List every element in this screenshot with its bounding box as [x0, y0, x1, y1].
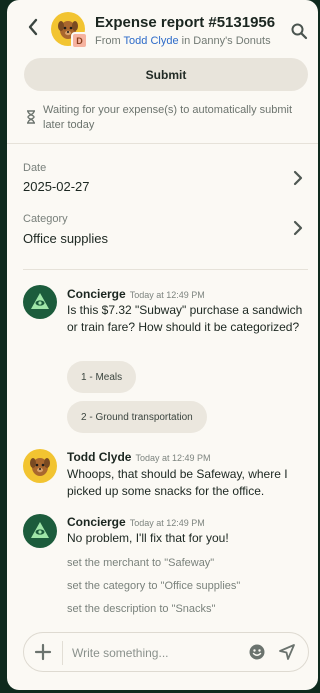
chevron-right-icon	[293, 170, 303, 186]
hourglass-icon	[27, 110, 35, 124]
composer-divider	[62, 641, 63, 665]
workspace-badge: D	[71, 32, 88, 49]
subtitle-prefix: From	[95, 35, 124, 47]
expense-report-panel: D Expense report #5131956 From Todd Clyd…	[7, 0, 318, 690]
message-author: Todd Clyde Today at 12:49 PM	[67, 450, 211, 464]
send-icon	[279, 644, 295, 660]
message-composer	[23, 632, 309, 672]
concierge-icon	[31, 522, 49, 538]
chevron-right-icon	[293, 220, 303, 236]
message-text: No problem, I'll fix that for you!	[67, 531, 229, 545]
report-title: Expense report #5131956	[95, 14, 276, 31]
concierge-icon	[31, 293, 49, 309]
message-text: Whoops, that should be Safeway, where I …	[67, 467, 288, 498]
message-text: Is this $7.32 "Subway" purchase a sandwi…	[67, 303, 303, 334]
chevron-left-icon	[28, 18, 38, 36]
subtitle-middle: in	[178, 35, 194, 47]
author-name: Concierge	[67, 287, 126, 301]
report-subtitle: From Todd Clyde in Danny's Donuts	[95, 35, 271, 47]
user-link[interactable]: Todd Clyde	[124, 35, 179, 47]
message-author: Concierge Today at 12:49 PM	[67, 287, 205, 301]
emoji-button[interactable]	[248, 643, 266, 661]
category-label: Category	[23, 213, 68, 225]
dog-avatar-icon	[30, 458, 50, 476]
author-name: Concierge	[67, 515, 126, 529]
user-avatar	[23, 449, 57, 483]
emoji-icon	[249, 644, 265, 660]
workspace-name: Danny's Donuts	[193, 35, 271, 47]
message-input[interactable]	[72, 644, 242, 662]
plus-icon	[34, 643, 52, 661]
auto-submit-status: Waiting for your expense(s) to automatic…	[43, 104, 293, 131]
divider	[7, 143, 318, 144]
message-time: Today at 12:49 PM	[129, 290, 205, 300]
concierge-avatar	[23, 285, 57, 319]
workspace-avatar[interactable]: D	[51, 12, 89, 50]
action-set-description: set the description to "Snacks"	[67, 603, 216, 615]
date-value: 2025-02-27	[23, 179, 90, 194]
report-header: D Expense report #5131956 From Todd Clyd…	[7, 0, 318, 54]
date-label: Date	[23, 162, 47, 174]
message-time: Today at 12:49 PM	[129, 518, 205, 528]
author-name: Todd Clyde	[67, 450, 132, 464]
search-icon	[291, 23, 308, 40]
send-button[interactable]	[278, 643, 296, 661]
add-attachment-button[interactable]	[34, 643, 52, 661]
search-button[interactable]	[290, 22, 308, 40]
divider	[23, 269, 308, 270]
action-set-merchant: set the merchant to "Safeway"	[67, 557, 215, 569]
concierge-avatar	[23, 514, 57, 548]
option-ground-transportation-button[interactable]: 2 - Ground transportation	[67, 401, 207, 433]
submit-button[interactable]: Submit	[24, 58, 308, 91]
category-value: Office supplies	[23, 231, 109, 246]
option-meals-button[interactable]: 1 - Meals	[67, 361, 137, 393]
message-author: Concierge Today at 12:49 PM	[67, 515, 205, 529]
message-time: Today at 12:49 PM	[135, 453, 211, 463]
back-button[interactable]	[23, 16, 43, 38]
action-set-category: set the category to "Office supplies"	[67, 580, 241, 592]
